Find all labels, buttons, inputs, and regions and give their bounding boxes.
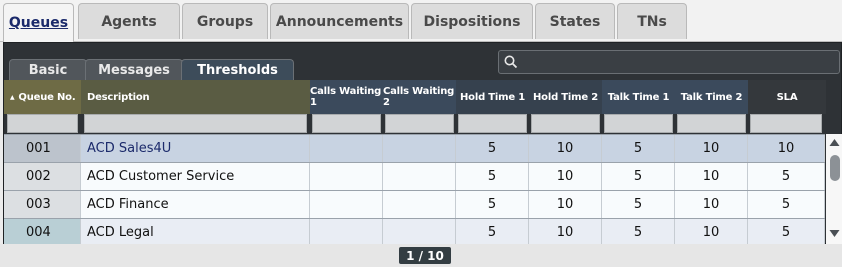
scroll-up-icon[interactable] — [826, 138, 842, 148]
cell-queue-no: 002 — [4, 163, 81, 190]
column-label: Calls Waiting 2 — [383, 86, 455, 108]
tab-states[interactable]: States — [535, 3, 615, 39]
tab-label: TNs — [637, 13, 667, 30]
tab-dispositions[interactable]: Dispositions — [411, 3, 533, 39]
cell-hold-time-2: 10 — [529, 135, 602, 162]
table-row[interactable]: 004 ACD Legal 5 10 5 10 5 — [4, 218, 825, 246]
filter-talk-time-1[interactable] — [604, 114, 673, 133]
filter-hold-time-1[interactable] — [458, 114, 527, 133]
subtab-thresholds[interactable]: Thresholds — [181, 59, 294, 81]
cell-sla: 10 — [748, 135, 825, 162]
cell-talk-time-2: 10 — [675, 191, 748, 218]
cell-description: ACD Sales4U — [81, 135, 310, 162]
column-label: Description — [87, 91, 150, 103]
filter-sla[interactable] — [750, 114, 822, 133]
tab-label: Groups — [196, 13, 254, 30]
cell-calls-waiting-2 — [383, 219, 456, 246]
cell-hold-time-2: 10 — [529, 219, 602, 246]
vertical-scrollbar[interactable] — [826, 134, 842, 245]
filter-calls-waiting-2[interactable] — [385, 114, 454, 133]
cell-talk-time-1: 5 — [602, 191, 675, 218]
cell-talk-time-1: 5 — [602, 135, 675, 162]
cell-talk-time-1: 5 — [602, 219, 675, 246]
col-header-calls-waiting-1[interactable]: Calls Waiting 1 — [310, 80, 383, 114]
cell-queue-no: 003 — [4, 191, 81, 218]
cell-calls-waiting-1 — [310, 135, 383, 162]
tab-label: States — [549, 13, 601, 30]
cell-queue-no: 004 — [4, 219, 81, 246]
table-row[interactable]: 003 ACD Finance 5 10 5 10 5 — [4, 190, 825, 218]
col-header-hold-time-2[interactable]: Hold Time 2 — [529, 80, 602, 114]
subtab-messages[interactable]: Messages — [85, 59, 183, 81]
col-header-calls-waiting-2[interactable]: Calls Waiting 2 — [383, 80, 456, 114]
cell-calls-waiting-2 — [383, 163, 456, 190]
cell-hold-time-1: 5 — [456, 191, 529, 218]
col-header-sla[interactable]: SLA — [748, 80, 826, 114]
col-header-hold-time-1[interactable]: Hold Time 1 — [456, 80, 529, 114]
cell-calls-waiting-2 — [383, 191, 456, 218]
cell-sla: 5 — [748, 219, 825, 246]
table-row[interactable]: 001 ACD Sales4U 5 10 5 10 10 — [4, 134, 825, 162]
column-label: Talk Time 2 — [680, 91, 743, 103]
tab-label: Announcements — [275, 13, 404, 30]
cell-talk-time-2: 10 — [675, 163, 748, 190]
cell-hold-time-1: 5 — [456, 135, 529, 162]
tab-label: Basic — [28, 63, 68, 78]
column-label: SLA — [776, 91, 798, 103]
page-indicator[interactable]: 1 / 10 — [399, 247, 451, 264]
col-header-talk-time-1[interactable]: Talk Time 1 — [602, 80, 675, 114]
column-label: Hold Time 1 — [460, 91, 525, 103]
pagination-bar: 1 / 10 — [0, 244, 842, 267]
cell-description: ACD Finance — [81, 191, 310, 218]
cell-calls-waiting-2 — [383, 135, 456, 162]
tab-label: Messages — [98, 63, 170, 78]
tab-label: Dispositions — [423, 13, 521, 30]
cell-calls-waiting-1 — [310, 163, 383, 190]
search-icon — [504, 55, 518, 69]
tab-announcements[interactable]: Announcements — [270, 3, 409, 39]
cell-queue-no: 001 — [4, 135, 81, 162]
cell-talk-time-2: 10 — [675, 135, 748, 162]
tab-label: Agents — [101, 13, 157, 30]
tab-label: Queues — [8, 15, 69, 31]
scrollbar-thumb[interactable] — [830, 155, 840, 181]
cell-calls-waiting-1 — [310, 191, 383, 218]
queues-panel: Basic Messages Thresholds ▲ Queue No. Des… — [3, 42, 842, 246]
cell-hold-time-2: 10 — [529, 163, 602, 190]
filter-description[interactable] — [84, 114, 307, 133]
search-input[interactable] — [498, 50, 840, 74]
cell-talk-time-1: 5 — [602, 163, 675, 190]
column-label: Talk Time 1 — [607, 91, 670, 103]
tab-queues[interactable]: Queues — [3, 3, 74, 42]
filter-hold-time-2[interactable] — [531, 114, 600, 133]
filter-queue-no[interactable] — [7, 114, 78, 133]
column-label: Hold Time 2 — [533, 91, 598, 103]
scroll-down-icon[interactable] — [826, 228, 842, 238]
cell-sla: 5 — [748, 163, 825, 190]
subtab-basic[interactable]: Basic — [9, 59, 87, 81]
filter-talk-time-2[interactable] — [677, 114, 746, 133]
column-label: Calls Waiting 1 — [310, 86, 382, 108]
table-row[interactable]: 002 ACD Customer Service 5 10 5 10 5 — [4, 162, 825, 190]
col-header-description[interactable]: Description — [81, 80, 310, 114]
col-header-queue-no[interactable]: ▲ Queue No. — [4, 80, 81, 114]
cell-hold-time-1: 5 — [456, 219, 529, 246]
filter-calls-waiting-1[interactable] — [312, 114, 381, 133]
cell-sla: 5 — [748, 191, 825, 218]
cell-description: ACD Legal — [81, 219, 310, 246]
tab-label: Thresholds — [197, 63, 278, 78]
tab-agents[interactable]: Agents — [78, 3, 180, 39]
cell-hold-time-1: 5 — [456, 163, 529, 190]
cell-hold-time-2: 10 — [529, 191, 602, 218]
main-tab-bar: Queues Agents Groups Announcements Dispo… — [0, 0, 842, 42]
cell-description: ACD Customer Service — [81, 163, 310, 190]
cell-talk-time-2: 10 — [675, 219, 748, 246]
col-header-talk-time-2[interactable]: Talk Time 2 — [675, 80, 748, 114]
sort-asc-icon: ▲ — [10, 93, 15, 101]
cell-calls-waiting-1 — [310, 219, 383, 246]
tab-groups[interactable]: Groups — [182, 3, 268, 39]
column-label: Queue No. — [18, 91, 76, 103]
tab-tns[interactable]: TNs — [617, 3, 687, 39]
